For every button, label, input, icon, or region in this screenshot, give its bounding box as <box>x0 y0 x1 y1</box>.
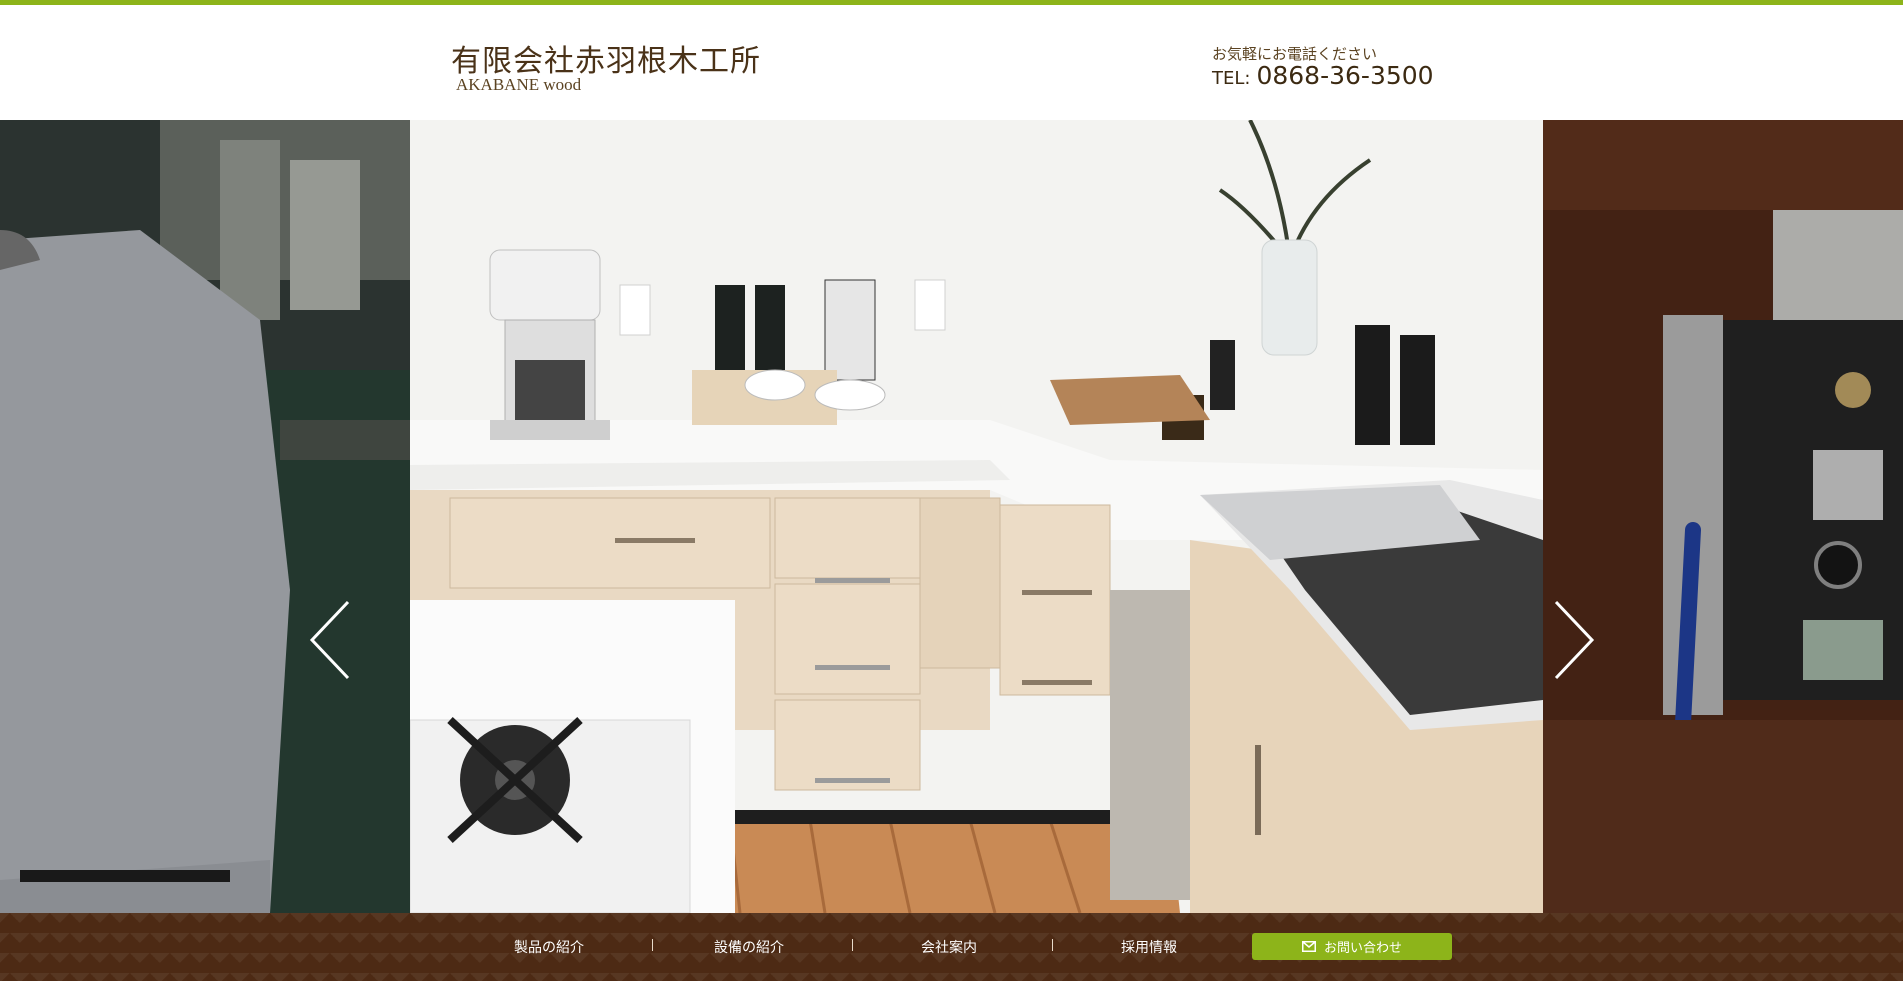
hero-slider <box>0 120 1903 913</box>
nav-item-company[interactable]: 会社案内 <box>921 937 977 957</box>
site-header: 有限会社赤羽根木工所 AKABANE wood お気軽にお電話ください TEL:… <box>0 5 1903 120</box>
nav-separator <box>852 939 853 951</box>
logo-english[interactable]: AKABANE wood <box>456 75 581 95</box>
nav-item-equipment[interactable]: 設備の紹介 <box>714 937 784 957</box>
chevron-left-icon <box>309 600 350 680</box>
kitchen-image <box>410 120 1543 913</box>
mail-icon <box>1301 941 1316 952</box>
contact-button[interactable]: お問い合わせ <box>1252 933 1452 960</box>
tel-label: TEL: <box>1212 68 1251 89</box>
nav-separator <box>1052 939 1053 951</box>
slide-current-kitchen[interactable] <box>410 120 1543 913</box>
slider-next-button[interactable] <box>1548 598 1598 682</box>
logo-japanese[interactable]: 有限会社赤羽根木工所 <box>451 36 761 80</box>
slide-prev-workshop[interactable] <box>0 120 410 913</box>
global-nav: 製品の紹介 設備の紹介 会社案内 採用情報 お問い合わせ <box>0 913 1903 981</box>
slider-prev-button[interactable] <box>306 598 356 682</box>
nav-item-recruit[interactable]: 採用情報 <box>1121 937 1177 957</box>
tel-number-block[interactable]: TEL: 0868-36-3500 <box>1212 61 1434 90</box>
contact-button-label: お問い合わせ <box>1323 941 1402 956</box>
nav-item-products[interactable]: 製品の紹介 <box>514 937 584 957</box>
nav-separator <box>652 939 653 951</box>
chevron-right-icon <box>1554 600 1595 680</box>
slide-next-machine[interactable] <box>1543 120 1903 913</box>
tel-number: 0868-36-3500 <box>1256 61 1434 90</box>
